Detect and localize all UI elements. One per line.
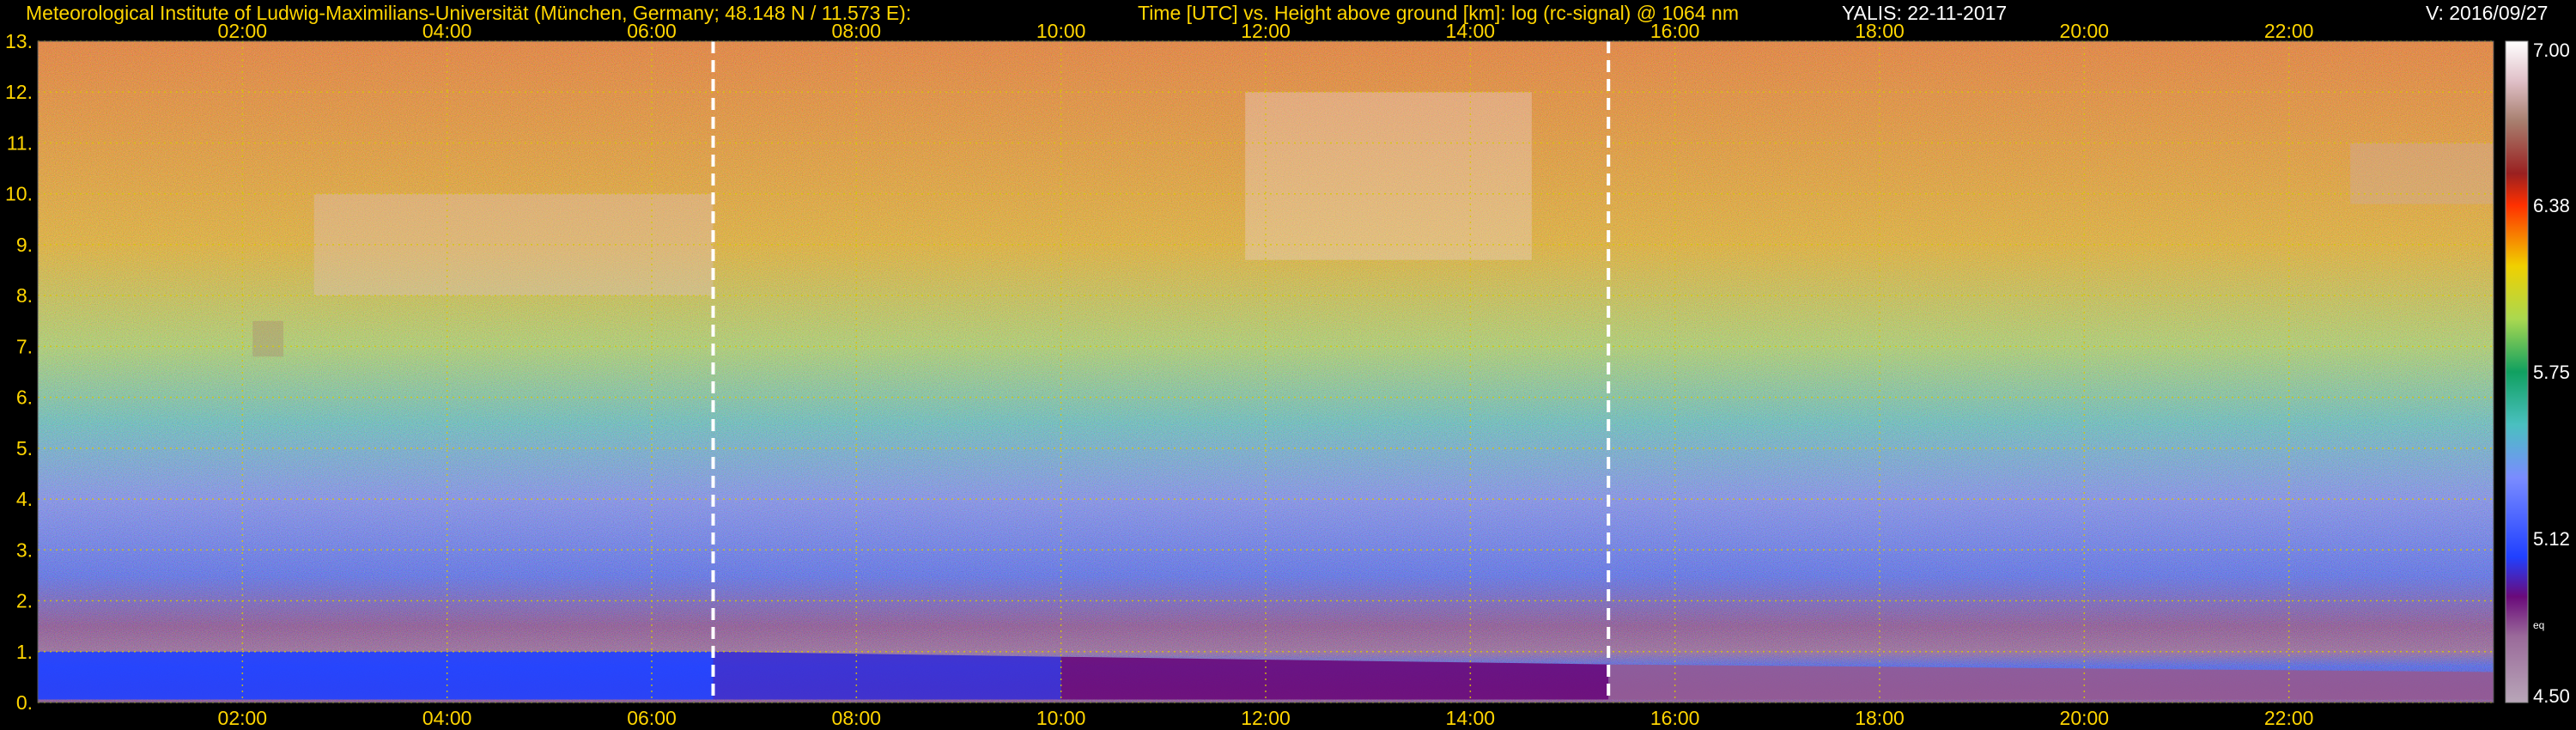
colorbar: 7.00 6.38 5.75 5.12 4.50 eq <box>2505 40 2570 707</box>
x-tick-label-bottom: 10:00 <box>1036 707 1086 729</box>
lidar-chart: 0.1.2.3.4.5.6.7.8.9.10.11.12.13. 02:0002:… <box>5 20 2570 729</box>
plot-title: Time [UTC] vs. Height above ground [km]:… <box>1138 2 1739 24</box>
y-tick-label: 3. <box>16 538 33 561</box>
x-tick-label-bottom: 16:00 <box>1650 707 1700 729</box>
y-tick-label: 4. <box>16 488 33 510</box>
x-tick-label-bottom: 22:00 <box>2264 707 2314 729</box>
x-tick-label-bottom: 06:00 <box>627 707 677 729</box>
y-tick-label: 5. <box>16 437 33 459</box>
boundary-layer-segment <box>38 651 714 700</box>
x-tick-label-top: 20:00 <box>2060 20 2110 42</box>
cloud-feature <box>252 320 283 357</box>
x-tick-label-bottom: 14:00 <box>1446 707 1496 729</box>
instrument-date: YALIS: 22-11-2017 <box>1842 2 2008 24</box>
x-tick-label-bottom: 04:00 <box>422 707 472 729</box>
colorbar-tick-label: 5.75 <box>2533 362 2570 383</box>
x-tick-label-bottom: 02:00 <box>218 707 268 729</box>
colorbar-tick-label: 6.38 <box>2533 195 2570 216</box>
colorbar-small-label: eq <box>2533 619 2544 631</box>
y-tick-label: 7. <box>16 335 33 357</box>
version-label: V: 2016/09/27 <box>2426 2 2549 24</box>
institute-title: Meteorological Institute of Ludwig-Maxim… <box>26 2 912 24</box>
x-tick-label-bottom: 12:00 <box>1241 707 1291 729</box>
boundary-layer-segment <box>713 651 1061 700</box>
cloud-feature <box>1245 92 1532 260</box>
x-tick-label-top: 10:00 <box>1036 20 1086 42</box>
y-tick-label: 2. <box>16 590 33 612</box>
colorbar-strip <box>2505 40 2529 703</box>
y-tick-label: 6. <box>16 386 33 409</box>
cloud-feature <box>2350 143 2494 204</box>
colorbar-tick-label: 5.12 <box>2533 528 2570 550</box>
colorbar-tick-label: 4.50 <box>2533 685 2570 707</box>
y-tick-label: 12. <box>5 81 33 103</box>
y-tick-label: 1. <box>16 641 33 663</box>
y-tick-label: 11. <box>7 131 33 154</box>
x-tick-label-top: 22:00 <box>2264 20 2314 42</box>
x-tick-label-bottom: 08:00 <box>832 707 882 729</box>
y-tick-label: 10. <box>5 183 33 205</box>
y-tick-label: 9. <box>16 234 33 256</box>
x-tick-label-bottom: 18:00 <box>1855 707 1905 729</box>
colorbar-tick-label: 7.00 <box>2533 40 2570 61</box>
y-tick-label: 13. <box>5 30 33 52</box>
y-tick-label: 0. <box>16 691 33 714</box>
y-tick-label: 8. <box>16 284 33 307</box>
x-tick-label-bottom: 20:00 <box>2060 707 2110 729</box>
